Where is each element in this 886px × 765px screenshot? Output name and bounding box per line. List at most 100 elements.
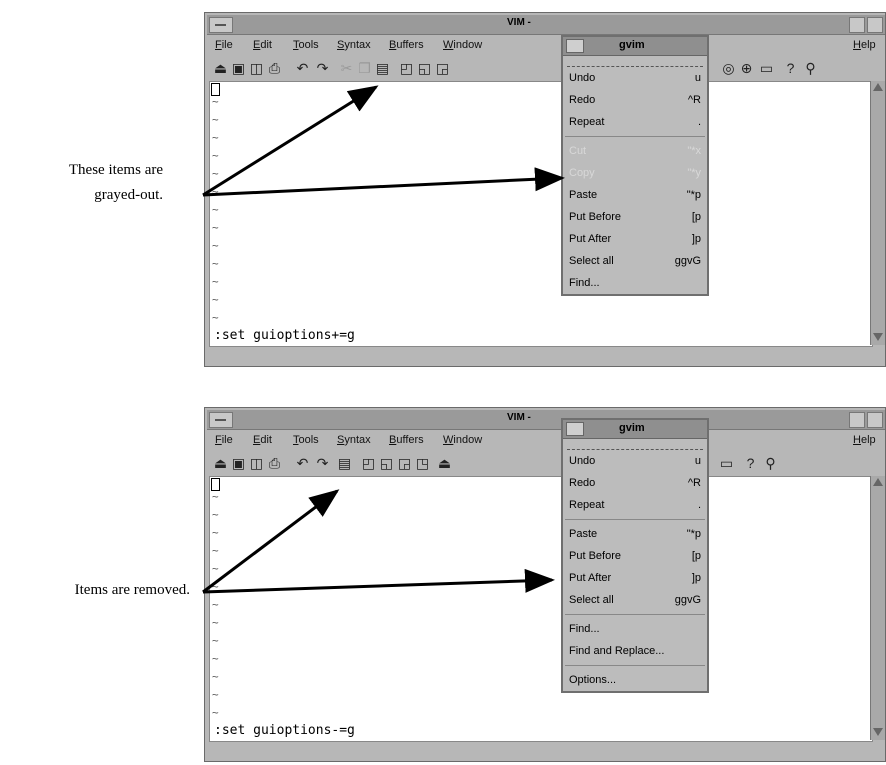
menu-item-redo[interactable]: Redo ^R [563,89,707,111]
find-prev-icon[interactable]: ◲ [397,456,412,470]
vertical-scrollbar[interactable] [870,476,885,740]
menu-help[interactable]: Help [853,39,876,51]
open-icon[interactable]: ⏏ [213,456,228,470]
window-menu-icon[interactable] [209,412,233,428]
tags-icon[interactable]: ▭ [719,456,734,470]
help-icon[interactable]: ? [783,61,798,75]
menu-item-undo[interactable]: Undo u [563,450,707,472]
menu-file[interactable]: File [215,434,233,446]
scroll-down-icon[interactable] [873,333,883,341]
menu-item-put-after[interactable]: Put After]p [563,567,707,589]
menu-buffers[interactable]: Buffers [389,39,424,51]
menu-item-undo[interactable]: Undo u [563,67,707,89]
caption-grayed-out: These items are grayed-out. [20,158,163,208]
undo-icon[interactable]: ↶ [295,61,310,75]
menu-item-put-before[interactable]: Put Before [p [563,545,707,567]
menu-help[interactable]: Help [853,434,876,446]
menu-edit[interactable]: Edit [253,434,272,446]
maximize-icon[interactable] [867,17,883,33]
menu-tools[interactable]: Tools [293,434,319,446]
save-all-icon[interactable]: ◫ [249,456,264,470]
minimize-icon[interactable] [849,17,865,33]
tags-icon[interactable]: ▭ [759,61,774,75]
title-bar: VIM - [207,15,885,35]
tear-off-line[interactable] [567,441,703,450]
menu-item-repeat[interactable]: Repeat. [563,494,707,516]
menu-item-paste[interactable]: Paste "*p [563,523,707,545]
scroll-down-icon[interactable] [873,728,883,736]
menu-title: gvim [619,422,645,434]
find-next-icon[interactable]: ◱ [417,61,432,75]
menu-buffers[interactable]: Buffers [389,434,424,446]
edit-tearoff-menu: gvim Undo u Redo ^R Repeat. Cut "*x Copy "*y… [561,35,709,296]
menu-item-options[interactable]: Options... [563,669,707,691]
menu-item-repeat[interactable]: Repeat. [563,111,707,133]
menu-item-paste[interactable]: Paste "*p [563,184,707,206]
make-icon[interactable]: ⊕ [739,61,754,75]
menu-item-put-before[interactable]: Put Before [p [563,206,707,228]
save-icon[interactable]: ▣ [231,61,246,75]
make-icon[interactable]: ⏏ [437,456,452,470]
menu-item-cut: Cut "*x [569,145,701,157]
editor-area[interactable]: ~ ~ ~ ~ ~ ~ ~ ~ ~ ~ ~ ~ ~ :set guioptions+=g [209,81,873,347]
menu-item-copy: Copy "*y [569,167,701,179]
help-icon[interactable]: ? [743,456,758,470]
find-icon[interactable]: ◰ [361,456,376,470]
menu-bar: File Edit Tools Syntax Buffers Window He… [207,430,885,452]
caption-removed-text: Items are removed. [74,582,190,598]
open-icon[interactable]: ⏏ [213,61,228,75]
command-line: :set guioptions+=g [214,328,355,343]
menu-edit[interactable]: Edit [253,39,272,51]
redo-icon[interactable]: ↷ [315,456,330,470]
menu-syntax[interactable]: Syntax [337,434,371,446]
edit-tearoff-menu: gvim Undo u Redo ^R Repeat. Paste "*p Put B… [561,418,709,693]
editor-area[interactable]: ~ ~ ~ ~ ~ ~ ~ ~ ~ ~ ~ ~ ~ :set guioptions-=g [209,476,873,742]
paste-icon[interactable]: ▤ [375,61,390,75]
menu-separator [565,519,705,520]
menu-separator [565,665,705,666]
paste-icon[interactable]: ▤ [337,456,352,470]
scroll-up-icon[interactable] [873,478,883,486]
replace-icon[interactable]: ◳ [415,456,430,470]
find-next-icon[interactable]: ◱ [379,456,394,470]
find-icon[interactable]: ◰ [399,61,414,75]
menu-window-icon[interactable] [566,422,584,436]
menu-item-find[interactable]: Find... [563,618,707,640]
maximize-icon[interactable] [867,412,883,428]
undo-icon[interactable]: ↶ [295,456,310,470]
menu-title: gvim [619,39,645,51]
tear-off-line[interactable] [567,58,703,67]
menu-item-redo[interactable]: Redo ^R [563,472,707,494]
find-prev-icon[interactable]: ◲ [435,61,450,75]
menu-item-put-after[interactable]: Put After]p [563,228,707,250]
menu-file[interactable]: File [215,39,233,51]
caption-removed: Items are removed. [0,578,190,603]
save-all-icon[interactable]: ◫ [249,61,264,75]
scroll-up-icon[interactable] [873,83,883,91]
command-line: :set guioptions-=g [214,723,355,738]
menu-syntax[interactable]: Syntax [337,39,371,51]
menu-item-find-and-replace[interactable]: Find and Replace... [563,640,707,662]
menu-item-find[interactable]: Find... [563,272,707,294]
redo-icon[interactable]: ↷ [315,61,330,75]
menu-window[interactable]: Window [443,434,482,446]
toolbar: ⏏ ▣ ◫ ⎙ ↶ ↷ ✂ ❐ ▤ ◰ ◱ ◲ ◎ ⊕ ▭ ? ⚲ [207,57,885,81]
vertical-scrollbar[interactable] [870,81,885,345]
menu-item-select-all[interactable]: Select all ggvG [563,589,707,611]
minimize-icon[interactable] [849,412,865,428]
caption-line-1: These items are [68,162,163,178]
window-menu-icon[interactable] [209,17,233,33]
find-help-icon[interactable]: ⚲ [763,456,778,470]
menu-window-icon[interactable] [566,39,584,53]
menu-tools[interactable]: Tools [293,39,319,51]
cut-icon: ✂ [340,60,353,76]
menu-window[interactable]: Window [443,39,482,51]
menu-item-select-all[interactable]: Select all ggvG [563,250,707,272]
save-icon[interactable]: ▣ [231,456,246,470]
menu-header: gvim [563,420,707,439]
print-icon[interactable]: ⎙ [267,61,282,75]
caption-line-2: grayed-out. [94,187,163,203]
print-icon[interactable]: ⎙ [267,456,282,470]
find-help-icon[interactable]: ⚲ [803,61,818,75]
run-icon[interactable]: ◎ [721,61,736,75]
